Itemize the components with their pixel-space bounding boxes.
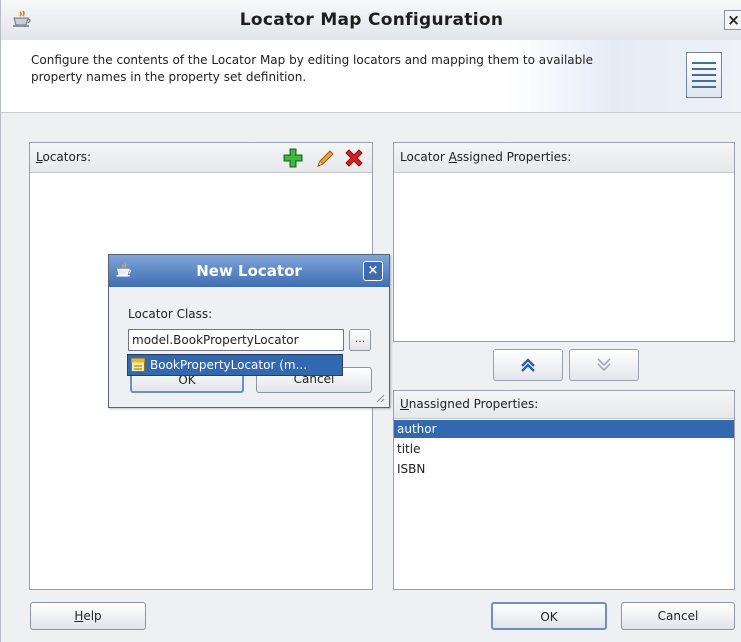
help-label: elp xyxy=(83,609,102,623)
main-window: Locator Map Configuration × Configure th… xyxy=(0,0,741,642)
delete-icon[interactable] xyxy=(343,147,365,169)
resize-grip-icon[interactable] xyxy=(373,391,385,403)
unassigned-properties-header: Unassigned Properties: xyxy=(394,391,734,419)
locator-class-input[interactable] xyxy=(128,329,344,351)
locators-header: Locators: xyxy=(30,143,372,173)
chevron-double-down-icon xyxy=(597,358,611,372)
new-locator-dialog: New Locator × Locator Class: ... OK Canc… xyxy=(108,254,390,408)
class-suggestion-popup[interactable]: BookPropertyLocator (m... xyxy=(127,354,343,376)
dialog-close-button[interactable]: × xyxy=(363,261,383,281)
assigned-properties-label: Locator Assigned Properties: xyxy=(400,150,571,164)
unassigned-label-text: nassigned Properties: xyxy=(408,397,539,411)
assigned-properties-panel[interactable]: Locator Assigned Properties: xyxy=(393,142,735,342)
document-icon xyxy=(686,52,722,98)
help-button[interactable]: Help xyxy=(30,602,146,630)
unassigned-label-mnemonic: U xyxy=(400,397,409,411)
header-description: Configure the contents of the Locator Ma… xyxy=(31,53,593,84)
header-divider xyxy=(1,112,741,113)
chevron-double-up-icon xyxy=(521,358,535,372)
locators-label-text: ocators: xyxy=(42,150,92,164)
unassigned-properties-label: Unassigned Properties: xyxy=(400,397,538,411)
dialog-title-bar[interactable]: New Locator × xyxy=(109,255,389,287)
suggestion-item-label: BookPropertyLocator (m... xyxy=(150,358,308,372)
class-icon xyxy=(131,358,145,372)
cancel-button[interactable]: Cancel xyxy=(621,602,735,630)
assigned-label-text: ssigned Properties: xyxy=(456,150,572,164)
assigned-label-prefix: Locator xyxy=(400,150,449,164)
help-mnemonic: H xyxy=(74,609,84,623)
add-icon[interactable] xyxy=(282,147,304,169)
move-down-button[interactable] xyxy=(569,349,639,381)
browse-button[interactable]: ... xyxy=(349,329,371,351)
locators-label: Locators: xyxy=(36,150,91,164)
assigned-label-mnemonic: A xyxy=(448,150,457,164)
title-bar[interactable]: Locator Map Configuration × xyxy=(1,0,741,41)
edit-pencil-icon[interactable] xyxy=(314,147,336,169)
ok-button[interactable]: OK xyxy=(491,602,607,630)
close-button[interactable]: × xyxy=(724,10,741,30)
property-item-isbn[interactable]: ISBN xyxy=(394,460,734,478)
assigned-properties-header: Locator Assigned Properties: xyxy=(394,143,734,173)
property-item-title[interactable]: title xyxy=(394,440,734,458)
move-up-button[interactable] xyxy=(493,349,563,381)
locator-class-label: Locator Class: xyxy=(128,307,213,321)
unassigned-properties-panel[interactable]: Unassigned Properties: author title ISBN xyxy=(393,390,735,590)
dialog-title: New Locator xyxy=(196,262,302,280)
window-title: Locator Map Configuration xyxy=(239,10,504,30)
property-item-author[interactable]: author xyxy=(394,420,734,438)
